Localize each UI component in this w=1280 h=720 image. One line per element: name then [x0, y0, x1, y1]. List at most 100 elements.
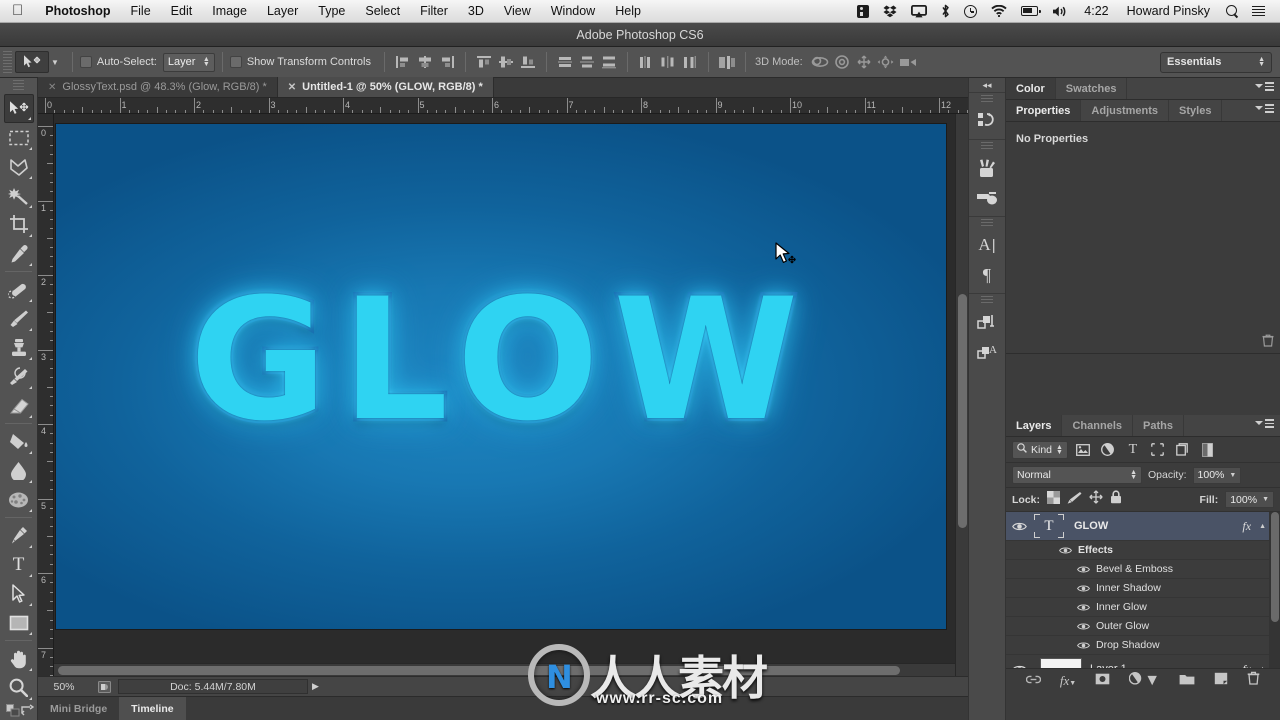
dodge-tool[interactable] — [4, 485, 34, 514]
workspace-switcher[interactable]: Essentials ▲ ▼ — [1160, 51, 1272, 73]
lock-image-pixels-icon[interactable] — [1067, 491, 1082, 509]
chevron-up-icon[interactable]: ▲ — [1259, 523, 1266, 530]
spotlight-search-icon[interactable] — [1219, 5, 1245, 17]
effect-row-inner-glow[interactable]: Inner Glow — [1006, 601, 1147, 613]
add-layer-style-icon[interactable]: fx▼ — [1060, 673, 1076, 689]
delete-layer-icon[interactable] — [1247, 671, 1260, 690]
menu-select[interactable]: Select — [355, 0, 410, 23]
tab-mini-bridge[interactable]: Mini Bridge — [38, 697, 119, 720]
trash-icon[interactable] — [1262, 334, 1274, 352]
menu-view[interactable]: View — [494, 0, 541, 23]
align-vertical-centers-icon[interactable] — [495, 51, 517, 73]
eye-icon[interactable] — [1006, 664, 1032, 668]
1password-icon[interactable] — [850, 4, 876, 18]
auto-select-dropdown[interactable]: Layer ▲ ▼ — [162, 52, 215, 72]
menubar-username[interactable]: Howard Pinsky — [1118, 4, 1219, 18]
hand-tool[interactable] — [4, 644, 34, 673]
eye-icon[interactable] — [1076, 640, 1090, 651]
paragraph-panel-icon[interactable]: ¶ — [970, 260, 1004, 290]
layer-list[interactable]: T GLOW fx ▲ Effects Bevel & Emboss Inner… — [1006, 512, 1280, 668]
battery-icon[interactable] — [1014, 6, 1045, 16]
spot-healing-brush-tool[interactable] — [4, 275, 34, 304]
eye-icon[interactable] — [1076, 602, 1090, 613]
tab-channels[interactable]: Channels — [1062, 415, 1133, 436]
list-item[interactable]: Drop Shadow — [1006, 636, 1280, 655]
brush-tool[interactable] — [4, 304, 34, 333]
lasso-tool[interactable] — [4, 152, 34, 181]
eyedropper-tool[interactable] — [4, 239, 34, 268]
horizontal-type-tool[interactable]: T — [4, 550, 34, 579]
slide-3d-icon[interactable] — [875, 51, 897, 73]
notification-center-icon[interactable] — [1245, 5, 1272, 17]
blend-mode-dropdown[interactable]: Normal ▲ ▼ — [1012, 466, 1142, 484]
eye-icon[interactable] — [1006, 521, 1032, 532]
lock-transparent-pixels-icon[interactable] — [1047, 490, 1061, 509]
distribute-vertical-centers-icon[interactable] — [576, 51, 598, 73]
lock-position-icon[interactable] — [1089, 490, 1103, 509]
show-transform-controls-checkbox[interactable] — [229, 56, 242, 68]
layer-name[interactable]: GLOW — [1074, 520, 1242, 532]
tab-adjustments[interactable]: Adjustments — [1081, 100, 1170, 121]
tool-presets-icon[interactable] — [970, 183, 1004, 213]
document-tab-glossytext[interactable]: ✕ GlossyText.psd @ 48.3% (Glow, RGB/8) * — [38, 77, 278, 97]
swap-colors-icon[interactable] — [20, 704, 35, 720]
effects-group-row[interactable]: Effects — [1006, 544, 1113, 556]
clone-stamp-tool[interactable] — [4, 333, 34, 362]
timemachine-icon[interactable] — [957, 4, 984, 18]
align-left-edges-icon[interactable] — [392, 51, 414, 73]
table-row[interactable]: T GLOW fx ▲ — [1006, 512, 1280, 541]
tool-preset-chevron-down-icon[interactable]: ▼ — [51, 58, 59, 67]
layer-filter-kind-dropdown[interactable]: Kind ▲ ▼ — [1012, 440, 1068, 459]
scrollbar-thumb[interactable] — [958, 294, 967, 528]
filter-smartobject-icon[interactable] — [1173, 441, 1193, 459]
align-horizontal-centers-icon[interactable] — [414, 51, 436, 73]
distribute-bottom-edges-icon[interactable] — [598, 51, 620, 73]
dock-group-grip[interactable] — [981, 95, 993, 104]
add-layer-mask-icon[interactable] — [1095, 672, 1110, 690]
tab-color[interactable]: Color — [1006, 78, 1056, 99]
eye-icon[interactable] — [1058, 545, 1072, 556]
vertical-ruler[interactable]: 0 1 2 3 4 5 6 7 — [38, 114, 54, 676]
zoom-level[interactable]: 50% — [38, 681, 90, 693]
layer-name[interactable]: Layer 1 — [1090, 663, 1242, 668]
history-icon[interactable] — [970, 106, 1004, 136]
menu-filter[interactable]: Filter — [410, 0, 458, 23]
rectangle-tool[interactable] — [4, 608, 34, 637]
options-bar-grip[interactable] — [3, 51, 12, 73]
lock-all-icon[interactable] — [1110, 490, 1122, 509]
tab-timeline[interactable]: Timeline — [119, 696, 186, 720]
horizontal-ruler[interactable]: 0 1 2 3 4 5 6 7 8 9 10 11 12 — [38, 98, 968, 114]
layer-thumbnail[interactable] — [1040, 657, 1082, 668]
auto-align-layers-icon[interactable] — [716, 51, 738, 73]
distribute-left-edges-icon[interactable] — [635, 51, 657, 73]
statusbar-play-arrow-icon[interactable]: ▶ — [312, 681, 319, 692]
menubar-clock[interactable]: 4:22 — [1075, 4, 1117, 18]
zoom-tool[interactable] — [4, 673, 34, 702]
menu-type[interactable]: Type — [308, 0, 355, 23]
menu-file[interactable]: File — [121, 0, 161, 23]
wifi-icon[interactable] — [984, 5, 1014, 17]
list-item[interactable]: Outer Glow — [1006, 617, 1280, 636]
new-adjustment-layer-icon[interactable]: ▼ — [1128, 672, 1160, 690]
menu-layer[interactable]: Layer — [257, 0, 308, 23]
chevron-up-icon[interactable]: ▲ — [1259, 666, 1266, 669]
canvas-vertical-scrollbar[interactable] — [955, 114, 968, 676]
eye-icon[interactable] — [1076, 621, 1090, 632]
new-group-icon[interactable] — [1179, 672, 1195, 690]
scale-3d-icon[interactable] — [897, 51, 919, 73]
tab-paths[interactable]: Paths — [1133, 415, 1184, 436]
scrollbar-thumb[interactable] — [1271, 512, 1279, 622]
document-size-info[interactable]: Doc: 5.44M/7.80M — [118, 679, 308, 694]
menu-window[interactable]: Window — [541, 0, 605, 23]
character-panel-icon[interactable]: A | — [970, 230, 1004, 260]
panel-menu-icon[interactable] — [1255, 419, 1274, 428]
link-layers-icon[interactable] — [1025, 672, 1042, 690]
image-canvas[interactable]: GLOW — [56, 124, 946, 629]
align-right-edges-icon[interactable] — [436, 51, 458, 73]
orbit-3d-icon[interactable] — [809, 51, 831, 73]
crop-tool[interactable] — [4, 210, 34, 239]
volume-icon[interactable] — [1045, 5, 1075, 18]
filter-adjustment-icon[interactable] — [1098, 441, 1118, 459]
tools-panel-grip[interactable] — [13, 80, 24, 92]
distribute-top-edges-icon[interactable] — [554, 51, 576, 73]
